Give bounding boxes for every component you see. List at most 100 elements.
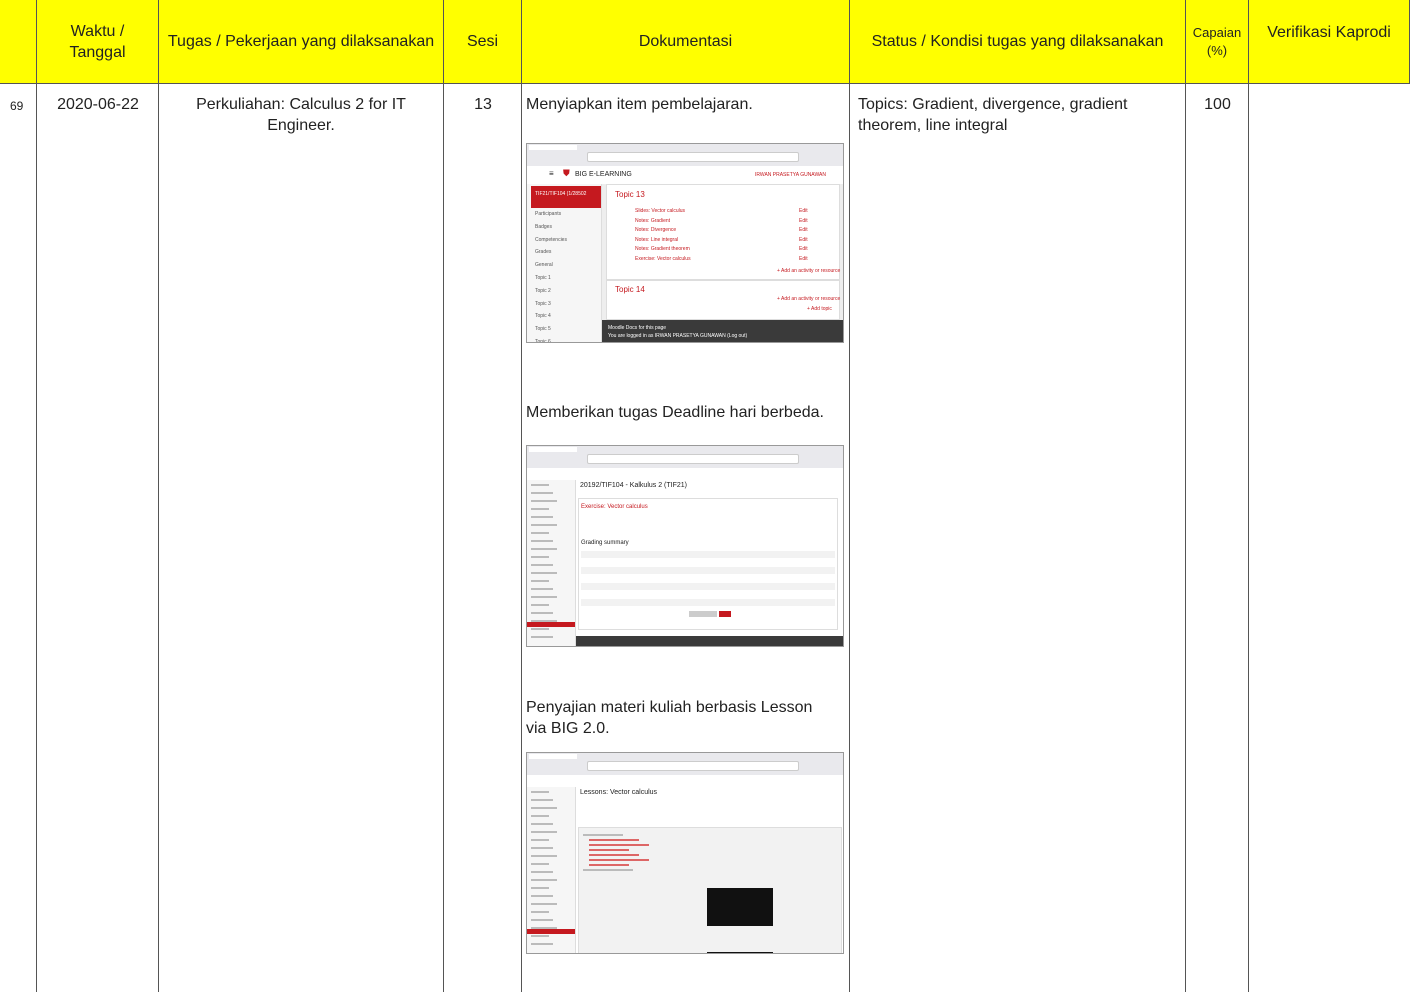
screenshot-assignment: 20192/TIF104 - Kalkulus 2 (TIF21) Exerci…	[526, 445, 844, 647]
sidebar-item: Grades	[535, 249, 552, 256]
lesson-line	[589, 844, 649, 846]
sidebar-item	[531, 548, 557, 550]
topic-item: Notes: Divergence	[635, 227, 677, 234]
column-divider	[521, 84, 522, 992]
assignment-title: Exercise: Vector calculus	[581, 504, 648, 510]
video-thumbnail[interactable]	[707, 952, 773, 953]
sidebar-item: Topic 6	[535, 339, 551, 343]
sidebar-item	[531, 943, 553, 945]
sidebar-item: Topic 2	[535, 287, 551, 294]
video-thumbnail[interactable]	[707, 888, 773, 926]
sidebar-item	[531, 604, 549, 606]
topic-14-card: Topic 14 + Add an activity or resource +…	[606, 280, 840, 320]
main-area: Topic 13 Slides: Vector calculus Edit Note…	[602, 184, 843, 342]
browser-toolbar	[527, 753, 843, 776]
topic-item: Notes: Line integral	[635, 236, 679, 243]
sidebar-item	[531, 596, 557, 598]
sidebar-item	[531, 887, 549, 889]
browser-tab	[529, 754, 577, 759]
page-footer: Moodle Docs for this page You are logged…	[602, 320, 843, 342]
topic-title: Topic 13	[615, 190, 645, 199]
edit-link: Edit	[799, 256, 808, 262]
sidebar-item	[531, 871, 553, 873]
browser-toolbar	[527, 446, 843, 469]
edit-link: Edit	[799, 236, 808, 243]
sidebar-item	[531, 636, 553, 638]
sidebar-active-item	[527, 622, 575, 627]
sidebar-item	[531, 863, 549, 865]
column-divider	[443, 84, 444, 992]
sidebar-item	[531, 532, 549, 534]
screenshot-course-topics: ≡ ⛊ BIG E-LEARNING IRWAN PRASETYA GUNAWA…	[526, 143, 844, 343]
sidebar-item	[531, 823, 553, 825]
sidebar-item	[531, 831, 557, 833]
user-name: IRWAN PRASETYA GUNAWAN	[755, 172, 826, 178]
sidebar-item	[531, 807, 557, 809]
grading-row	[581, 591, 835, 598]
footer-login-text: You are logged in as IRWAN PRASETYA GUNA…	[608, 333, 748, 339]
main-area: 20192/TIF104 - Kalkulus 2 (TIF21) Exerci…	[576, 480, 843, 646]
view-submissions-button[interactable]	[689, 611, 717, 617]
topic-item: Notes: Gradient theorem	[635, 246, 690, 253]
lesson-content	[578, 827, 842, 953]
site-name: BIG E-LEARNING	[575, 171, 632, 178]
course-code: TIF21/TIF104 (1/28502	[535, 191, 587, 197]
row-number: 69	[10, 99, 24, 113]
add-activity-link: + Add an activity or resource	[777, 268, 841, 274]
course-sidebar	[527, 787, 576, 953]
column-divider	[36, 84, 37, 992]
sidebar-item: Participants	[535, 211, 562, 217]
topic-item: Notes: Gradient	[635, 217, 671, 224]
sidebar-item	[531, 895, 553, 897]
edit-link: Edit	[799, 217, 808, 224]
logo-icon: ⛊	[563, 168, 570, 178]
topic-13-card: Topic 13 Slides: Vector calculus Edit Note…	[606, 184, 840, 280]
footer-docs-link: Moodle Docs for this page	[608, 325, 667, 331]
sidebar-item	[531, 508, 549, 510]
header-status: Status / Kondisi tugas yang dilaksanakan	[850, 0, 1186, 84]
sidebar-item	[531, 855, 557, 857]
sidebar-item	[531, 556, 549, 558]
grade-button[interactable]	[719, 611, 731, 617]
topic-item: Slides: Vector calculus	[635, 208, 686, 214]
assignment-card: Exercise: Vector calculus Grading summar…	[578, 498, 838, 630]
sidebar-item: Competencies	[535, 236, 567, 243]
sidebar-item	[531, 628, 549, 630]
sidebar-item	[531, 580, 549, 582]
sidebar-item	[531, 500, 557, 502]
lesson-line	[589, 854, 639, 856]
column-divider	[1248, 84, 1249, 992]
add-topic-link: + Add topic	[807, 306, 832, 312]
column-divider	[158, 84, 159, 992]
column-divider	[1185, 84, 1186, 992]
row-achievement: 100	[1204, 96, 1231, 113]
sidebar-item: Topic 4	[535, 313, 551, 320]
sidebar-item	[531, 791, 549, 793]
sidebar-item: General	[535, 262, 553, 269]
header-verifikasi: Verifikasi Kaprodi	[1249, 0, 1410, 84]
header-tugas: Tugas / Pekerjaan yang dilaksanakan	[159, 0, 444, 84]
topic-item: Exercise: Vector calculus	[635, 256, 691, 262]
sidebar-item	[531, 588, 553, 590]
course-sidebar: TIF21/TIF104 (1/28502 Participants Badges…	[527, 184, 602, 342]
browser-toolbar	[527, 144, 843, 167]
doc-caption-2: Memberikan tugas Deadline hari berbeda.	[526, 404, 824, 421]
course-block: TIF21/TIF104 (1/28502	[531, 186, 601, 208]
grading-row	[581, 599, 835, 606]
grading-row	[581, 559, 835, 566]
edit-link: Edit	[799, 246, 808, 253]
doc-caption-1: Menyiapkan item pembelajaran.	[526, 96, 753, 113]
row-status: Topics: Gradient, divergence, gradient t…	[858, 96, 1128, 134]
lesson-line	[589, 849, 629, 851]
header-capaian: Capaian (%)	[1186, 0, 1249, 84]
row-date: 2020-06-22	[57, 96, 139, 113]
sidebar-item	[531, 903, 557, 905]
address-bar	[587, 454, 799, 464]
sidebar-item	[531, 572, 557, 574]
sidebar-item	[531, 612, 553, 614]
sidebar-item	[531, 935, 549, 937]
sidebar-item	[531, 815, 549, 817]
sidebar-item	[531, 564, 553, 566]
header-dokumentasi: Dokumentasi	[522, 0, 850, 84]
topic-next-title: Topic 14	[615, 285, 645, 294]
